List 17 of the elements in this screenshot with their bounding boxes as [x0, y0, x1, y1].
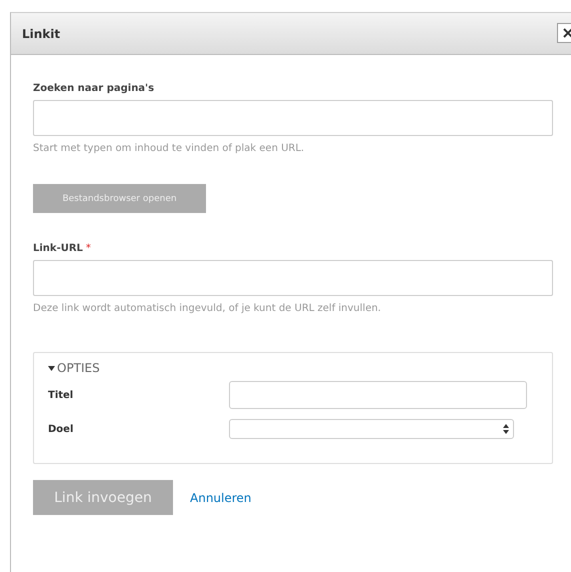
close-icon — [563, 28, 571, 38]
field-label: Zoeken naar pagina's — [33, 83, 156, 94]
help-text: Start met typen om inhoud te vinden of plak een URL. — [33, 143, 306, 154]
url-field[interactable] — [33, 260, 553, 296]
search-field[interactable] — [33, 100, 553, 136]
title-field[interactable] — [229, 381, 527, 409]
required-marker: * — [86, 243, 91, 254]
field-label: Titel — [48, 390, 74, 400]
help-text: Deze link wordt automatisch ingevuld, of je kunt de URL zelf invullen. — [33, 303, 382, 314]
field-label: Link-URL — [33, 243, 83, 254]
dialog-title: Linkit — [22, 26, 60, 40]
target-select[interactable] — [229, 419, 514, 439]
cancel-link[interactable]: Annuleren — [190, 490, 252, 504]
field-label: Doel — [48, 424, 74, 434]
stepper-icon — [503, 424, 509, 434]
triangle-icon[interactable] — [48, 364, 55, 372]
options-legend[interactable]: OPTIES — [57, 361, 100, 375]
